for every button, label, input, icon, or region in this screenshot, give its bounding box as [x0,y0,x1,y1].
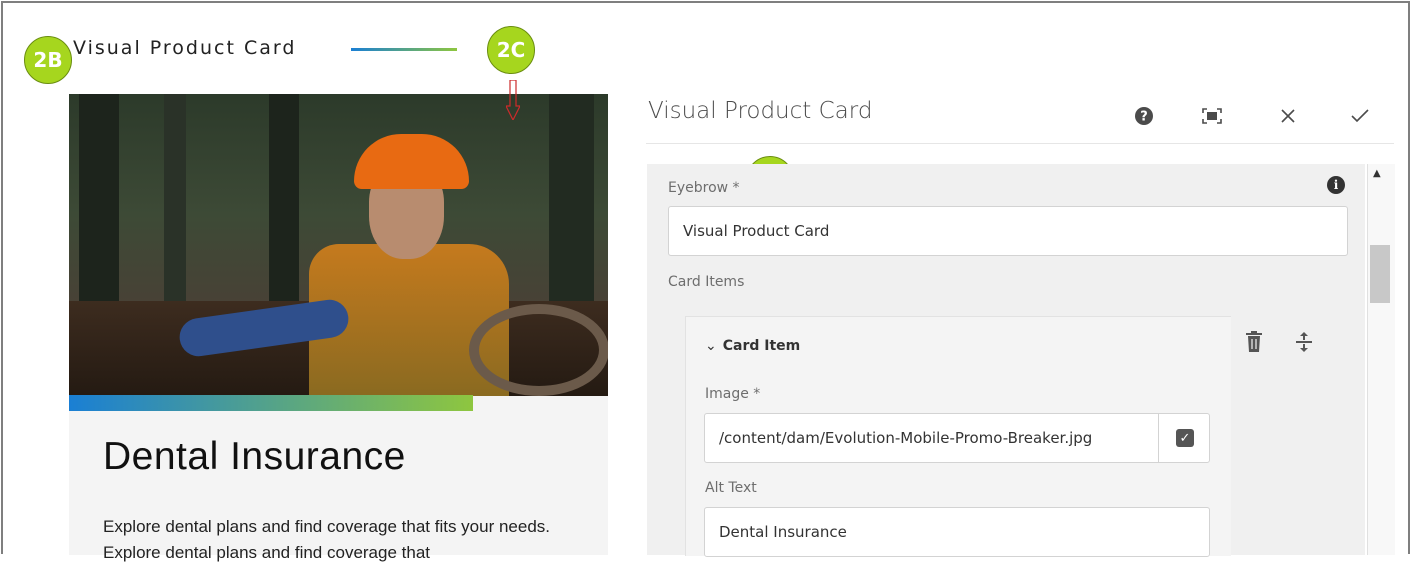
callout-badge: 2B [24,36,72,84]
svg-text:?: ? [1140,110,1148,125]
card-accent-bar [69,395,473,411]
image-browse-button[interactable]: ✓ [1158,414,1211,462]
scroll-up-arrow-icon[interactable]: ▲ [1373,168,1381,179]
info-icon[interactable]: i [1327,176,1345,194]
fullscreen-icon[interactable] [1197,101,1227,131]
scrollbar-track[interactable] [1367,164,1395,555]
chevron-down-icon[interactable]: ⌄ [705,338,717,354]
preview-accent-line [351,48,457,51]
photo-cable-coil [469,304,608,396]
eyebrow-input[interactable]: Visual Product Card [668,206,1348,256]
card-image [69,94,608,396]
check-icon[interactable] [1345,101,1375,131]
alt-text-label: Alt Text [705,480,757,496]
image-label: Image * [705,386,761,402]
card-items-label: Card Items [668,274,745,290]
scrollbar-thumb[interactable] [1370,245,1390,303]
dialog-divider [646,143,1394,144]
trash-icon[interactable] [1241,328,1267,356]
checkbox-checked-icon: ✓ [1176,429,1194,447]
card-description: Explore dental plans and find coverage t… [103,517,551,562]
photo-hard-hat [354,134,469,189]
card-item-header[interactable]: ⌄ Card Item [705,338,800,354]
preview-eyebrow: Visual Product Card [73,37,297,59]
reorder-icon[interactable] [1291,328,1317,356]
callout-badge: 2C [487,26,535,74]
card-item-title: Card Item [722,338,801,354]
help-icon[interactable]: ? [1129,101,1159,131]
arrow-down-icon [506,80,520,120]
alt-text-input[interactable]: Dental Insurance [704,507,1210,557]
card-title: Dental Insurance [103,435,406,478]
image-path-input[interactable]: /content/dam/Evolution-Mobile-Promo-Brea… [704,413,1210,463]
close-icon[interactable] [1273,101,1303,131]
eyebrow-label: Eyebrow * [668,180,740,196]
dialog-title: Visual Product Card [648,98,873,124]
